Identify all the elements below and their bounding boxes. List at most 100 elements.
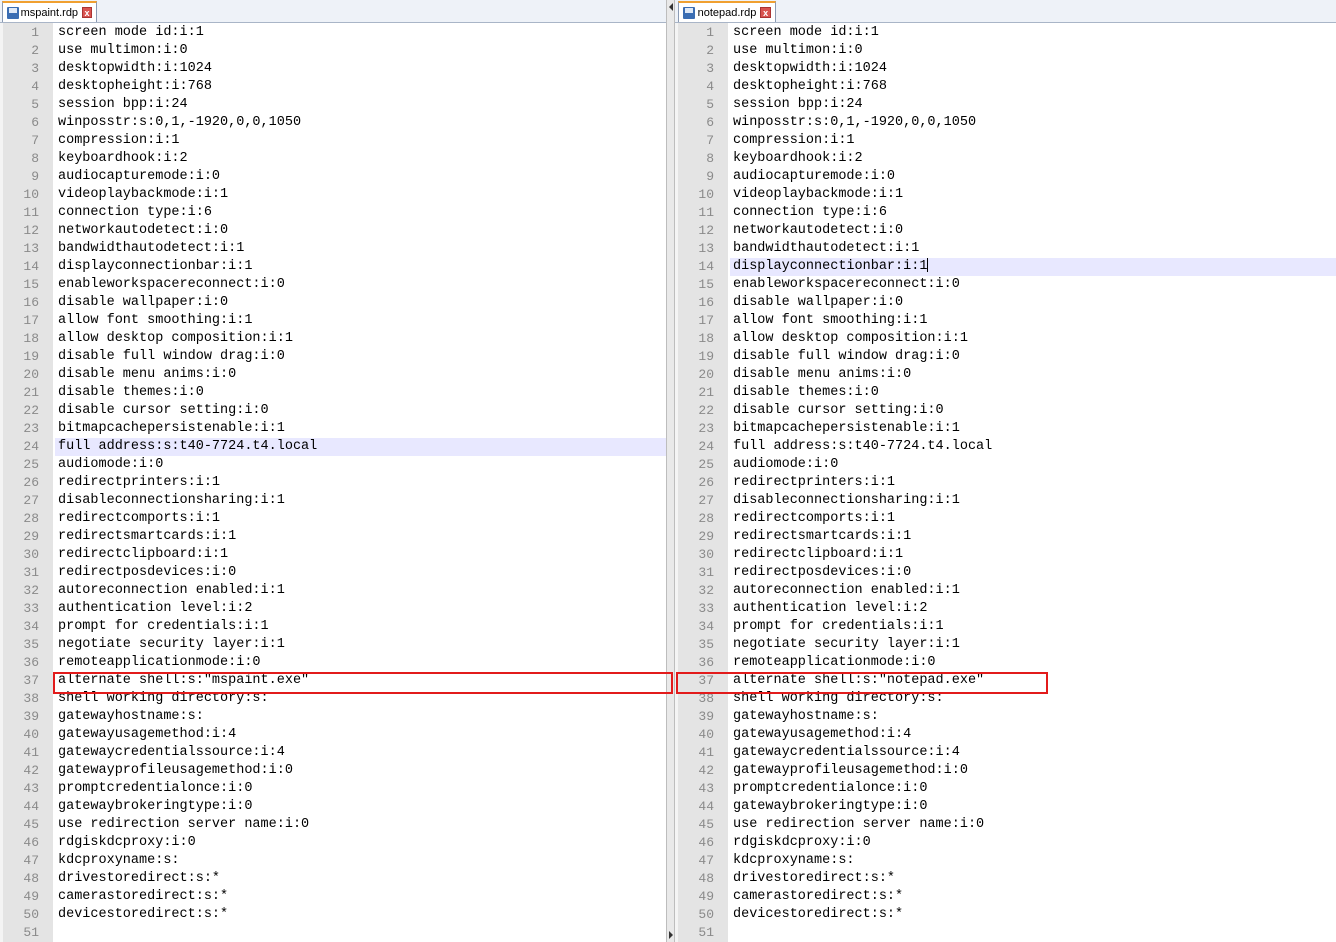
- code-line[interactable]: 45 use redirection server name:i:0: [3, 816, 666, 834]
- code-line[interactable]: 45 use redirection server name:i:0: [678, 816, 1336, 834]
- tab-notepad-rdp[interactable]: notepad.rdp x: [678, 1, 776, 22]
- code-line[interactable]: 40 gatewayusagemethod:i:4: [678, 726, 1336, 744]
- move-left-arrow-icon[interactable]: [669, 3, 673, 11]
- code-line[interactable]: 41 gatewaycredentialssource:i:4: [3, 744, 666, 762]
- pane-splitter[interactable]: [666, 0, 675, 942]
- code-area[interactable]: 1 screen mode id:i:1 2 use multimon:i:0 3 des…: [3, 24, 666, 942]
- code-line[interactable]: 33 authentication level:i:2: [3, 600, 666, 618]
- code-line[interactable]: 43 promptcredentialonce:i:0: [678, 780, 1336, 798]
- code-line[interactable]: 31 redirectposdevices:i:0: [3, 564, 666, 582]
- code-line[interactable]: 25 audiomode:i:0: [3, 456, 666, 474]
- code-line[interactable]: 24 full address:s:t40-7724.t4.local: [678, 438, 1336, 456]
- code-line[interactable]: 22 disable cursor setting:i:0: [3, 402, 666, 420]
- move-right-arrow-icon[interactable]: [669, 931, 673, 939]
- code-line[interactable]: 26 redirectprinters:i:1: [3, 474, 666, 492]
- code-line[interactable]: 48 drivestoredirect:s:*: [678, 870, 1336, 888]
- code-line[interactable]: 35 negotiate security layer:i:1: [678, 636, 1336, 654]
- code-line[interactable]: 6 winposstr:s:0,1,-1920,0,0,1050: [3, 114, 666, 132]
- code-line[interactable]: 20 disable menu anims:i:0: [678, 366, 1336, 384]
- code-line[interactable]: 49 camerastoredirect:s:*: [3, 888, 666, 906]
- code-line[interactable]: 12 networkautodetect:i:0: [678, 222, 1336, 240]
- code-line[interactable]: 30 redirectclipboard:i:1: [678, 546, 1336, 564]
- code-line[interactable]: 32 autoreconnection enabled:i:1: [678, 582, 1336, 600]
- code-line[interactable]: 28 redirectcomports:i:1: [678, 510, 1336, 528]
- code-line[interactable]: 20 disable menu anims:i:0: [3, 366, 666, 384]
- code-line[interactable]: 18 allow desktop composition:i:1: [3, 330, 666, 348]
- code-line[interactable]: 30 redirectclipboard:i:1: [3, 546, 666, 564]
- code-line[interactable]: 19 disable full window drag:i:0: [3, 348, 666, 366]
- code-line[interactable]: 39 gatewayhostname:s:: [678, 708, 1336, 726]
- code-line[interactable]: 24 full address:s:t40-7724.t4.local: [3, 438, 666, 456]
- code-line[interactable]: 42 gatewayprofileusagemethod:i:0: [678, 762, 1336, 780]
- code-line[interactable]: 17 allow font smoothing:i:1: [678, 312, 1336, 330]
- code-line[interactable]: 38 shell working directory:s:: [678, 690, 1336, 708]
- code-line[interactable]: 11 connection type:i:6: [3, 204, 666, 222]
- code-line[interactable]: 1 screen mode id:i:1: [3, 24, 666, 42]
- code-line[interactable]: 36 remoteapplicationmode:i:0: [678, 654, 1336, 672]
- code-line[interactable]: 39 gatewayhostname:s:: [3, 708, 666, 726]
- code-line[interactable]: 10 videoplaybackmode:i:1: [678, 186, 1336, 204]
- code-line[interactable]: 46 rdgiskdcproxy:i:0: [678, 834, 1336, 852]
- code-line[interactable]: 49 camerastoredirect:s:*: [678, 888, 1336, 906]
- code-line[interactable]: 2 use multimon:i:0: [678, 42, 1336, 60]
- code-line[interactable]: 27 disableconnectionsharing:i:1: [678, 492, 1336, 510]
- code-line[interactable]: 51: [3, 924, 666, 942]
- code-line[interactable]: 19 disable full window drag:i:0: [678, 348, 1336, 366]
- code-line[interactable]: 23 bitmapcachepersistenable:i:1: [3, 420, 666, 438]
- code-line[interactable]: 7 compression:i:1: [678, 132, 1336, 150]
- code-line[interactable]: 47 kdcproxyname:s:: [678, 852, 1336, 870]
- code-line[interactable]: 38 shell working directory:s:: [3, 690, 666, 708]
- code-line[interactable]: 12 networkautodetect:i:0: [3, 222, 666, 240]
- code-line[interactable]: 27 disableconnectionsharing:i:1: [3, 492, 666, 510]
- code-line[interactable]: 9 audiocapturemode:i:0: [3, 168, 666, 186]
- code-line[interactable]: 35 negotiate security layer:i:1: [3, 636, 666, 654]
- code-line[interactable]: 37 alternate shell:s:"notepad.exe": [678, 672, 1336, 690]
- code-line[interactable]: 10 videoplaybackmode:i:1: [3, 186, 666, 204]
- code-line[interactable]: 18 allow desktop composition:i:1: [678, 330, 1336, 348]
- code-line[interactable]: 28 redirectcomports:i:1: [3, 510, 666, 528]
- code-line[interactable]: 26 redirectprinters:i:1: [678, 474, 1336, 492]
- code-line[interactable]: 50 devicestoredirect:s:*: [3, 906, 666, 924]
- code-line[interactable]: 23 bitmapcachepersistenable:i:1: [678, 420, 1336, 438]
- code-line[interactable]: 47 kdcproxyname:s:: [3, 852, 666, 870]
- code-line[interactable]: 14 displayconnectionbar:i:1: [678, 258, 1336, 276]
- close-icon[interactable]: x: [82, 7, 92, 18]
- code-line[interactable]: 46 rdgiskdcproxy:i:0: [3, 834, 666, 852]
- code-line[interactable]: 4 desktopheight:i:768: [3, 78, 666, 96]
- code-line[interactable]: 16 disable wallpaper:i:0: [678, 294, 1336, 312]
- code-line[interactable]: 16 disable wallpaper:i:0: [3, 294, 666, 312]
- code-line[interactable]: 3 desktopwidth:i:1024: [3, 60, 666, 78]
- code-line[interactable]: 29 redirectsmartcards:i:1: [3, 528, 666, 546]
- code-line[interactable]: 41 gatewaycredentialssource:i:4: [678, 744, 1336, 762]
- code-line[interactable]: 29 redirectsmartcards:i:1: [678, 528, 1336, 546]
- code-line[interactable]: 43 promptcredentialonce:i:0: [3, 780, 666, 798]
- code-line[interactable]: 13 bandwidthautodetect:i:1: [3, 240, 666, 258]
- tab-mspaint-rdp[interactable]: mspaint.rdp x: [2, 1, 97, 22]
- code-line[interactable]: 34 prompt for credentials:i:1: [3, 618, 666, 636]
- code-line[interactable]: 11 connection type:i:6: [678, 204, 1336, 222]
- code-line[interactable]: 2 use multimon:i:0: [3, 42, 666, 60]
- code-line[interactable]: 31 redirectposdevices:i:0: [678, 564, 1336, 582]
- code-line[interactable]: 21 disable themes:i:0: [3, 384, 666, 402]
- code-line[interactable]: 22 disable cursor setting:i:0: [678, 402, 1336, 420]
- code-line[interactable]: 8 keyboardhook:i:2: [678, 150, 1336, 168]
- code-line[interactable]: 44 gatewaybrokeringtype:i:0: [678, 798, 1336, 816]
- code-line[interactable]: 50 devicestoredirect:s:*: [678, 906, 1336, 924]
- code-line[interactable]: 36 remoteapplicationmode:i:0: [3, 654, 666, 672]
- code-line[interactable]: 34 prompt for credentials:i:1: [678, 618, 1336, 636]
- code-line[interactable]: 51: [678, 924, 1336, 942]
- close-icon[interactable]: x: [760, 7, 771, 18]
- code-line[interactable]: 15 enableworkspacereconnect:i:0: [3, 276, 666, 294]
- code-line[interactable]: 6 winposstr:s:0,1,-1920,0,0,1050: [678, 114, 1336, 132]
- code-line[interactable]: 1 screen mode id:i:1: [678, 24, 1336, 42]
- code-area[interactable]: 1 screen mode id:i:1 2 use multimon:i:0 3 des…: [678, 24, 1336, 942]
- code-line[interactable]: 5 session bpp:i:24: [3, 96, 666, 114]
- code-line[interactable]: 40 gatewayusagemethod:i:4: [3, 726, 666, 744]
- code-line[interactable]: 9 audiocapturemode:i:0: [678, 168, 1336, 186]
- code-line[interactable]: 15 enableworkspacereconnect:i:0: [678, 276, 1336, 294]
- code-line[interactable]: 4 desktopheight:i:768: [678, 78, 1336, 96]
- code-line[interactable]: 7 compression:i:1: [3, 132, 666, 150]
- code-line[interactable]: 17 allow font smoothing:i:1: [3, 312, 666, 330]
- code-line[interactable]: 48 drivestoredirect:s:*: [3, 870, 666, 888]
- code-line[interactable]: 13 bandwidthautodetect:i:1: [678, 240, 1336, 258]
